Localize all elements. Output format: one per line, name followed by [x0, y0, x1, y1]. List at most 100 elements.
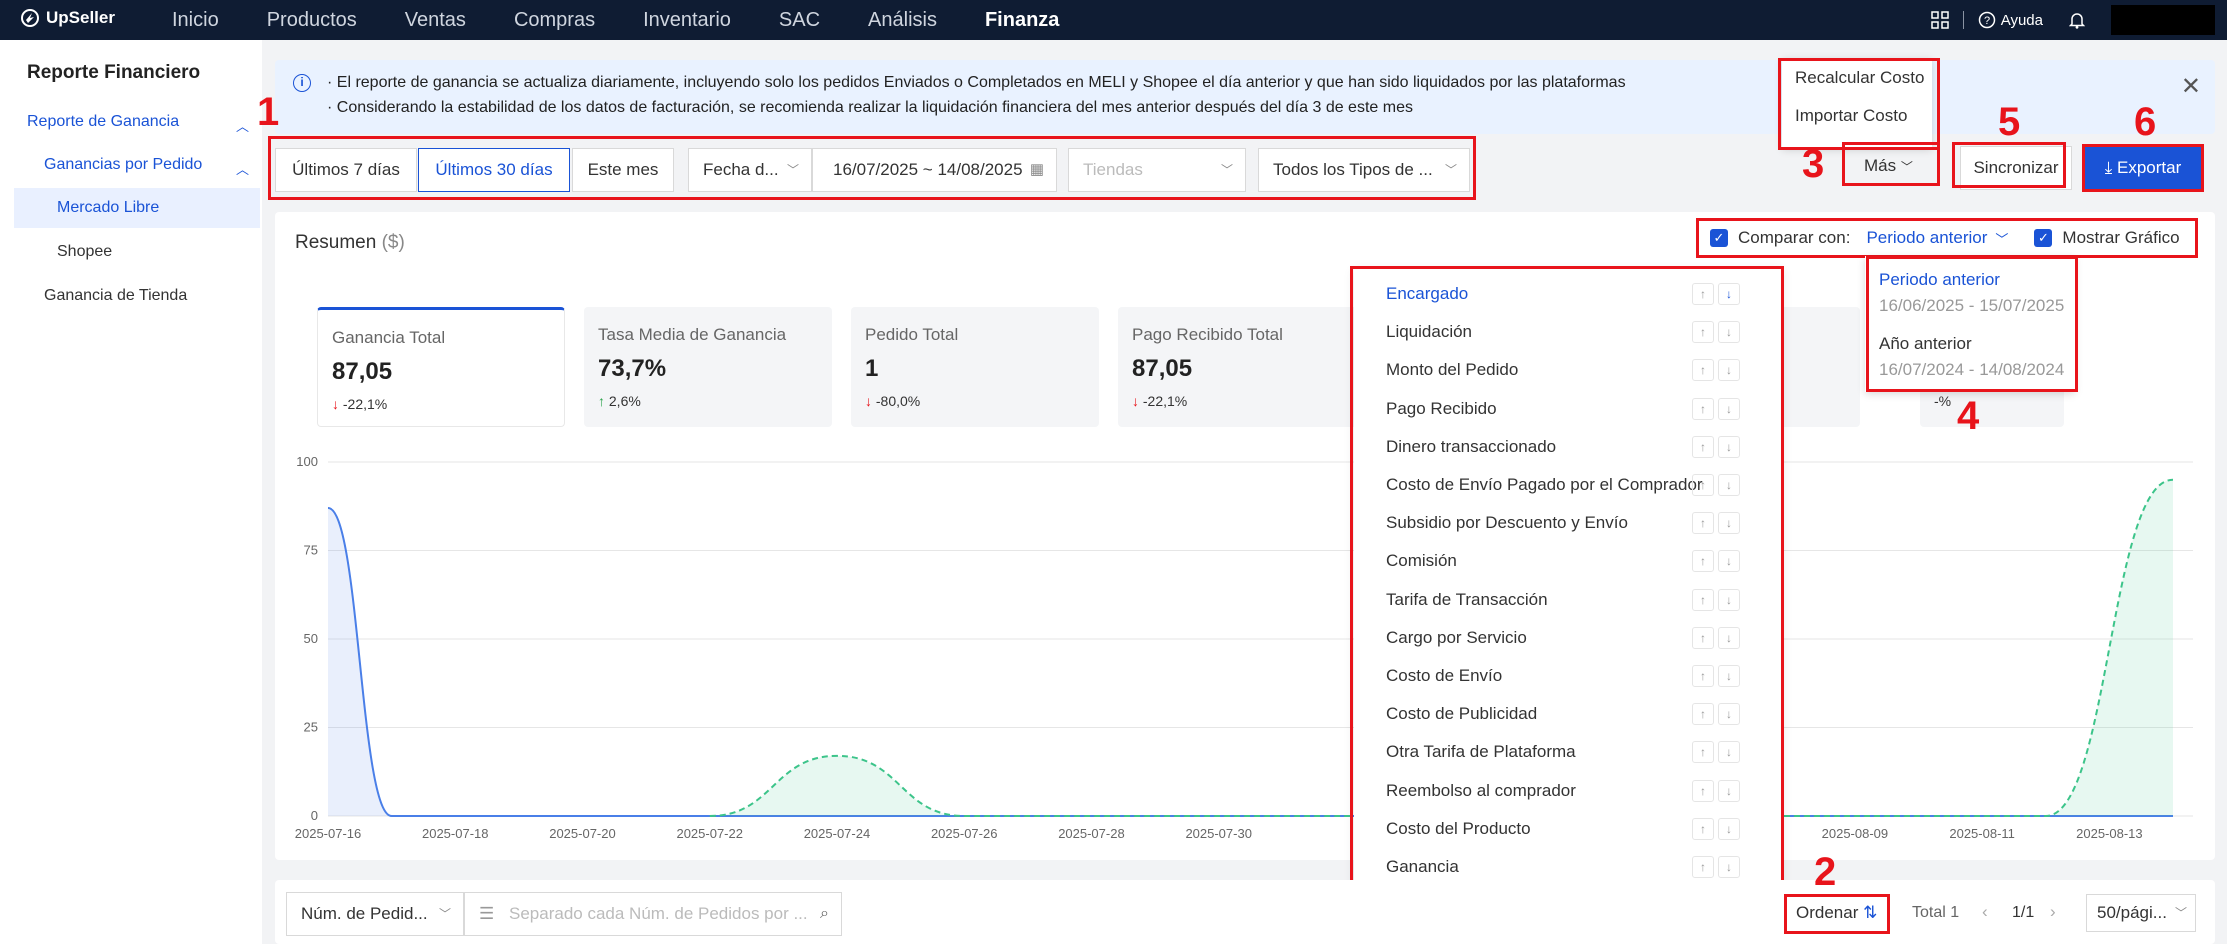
- sort-field-item[interactable]: Otra Tarifa de Plataforma ↑ ↓: [1370, 734, 1770, 772]
- nav-ventas[interactable]: Ventas: [405, 9, 466, 32]
- sort-descending-icon[interactable]: ↓: [1718, 512, 1740, 535]
- date-range-picker[interactable]: 16/07/2025 ~ 14/08/2025 ▦: [812, 148, 1057, 192]
- period-option-last-year[interactable]: Año anterior: [1879, 334, 1972, 354]
- order-field-select[interactable]: Núm. de Pedid... ﹀: [286, 892, 464, 936]
- more-button[interactable]: Más ﹀: [1864, 156, 1913, 176]
- sort-ascending-icon[interactable]: ↑: [1692, 703, 1714, 726]
- date-type-select[interactable]: Fecha d... ﹀: [688, 148, 812, 192]
- nav-inicio[interactable]: Inicio: [172, 9, 219, 32]
- search-icon[interactable]: ⌕: [820, 893, 829, 935]
- sort-descending-icon[interactable]: ↓: [1718, 741, 1740, 764]
- nav-analisis[interactable]: Análisis: [868, 9, 937, 32]
- compare-select[interactable]: Periodo anterior: [1866, 228, 1987, 248]
- sort-field-item[interactable]: Costo de Envío Pagado por el Comprador ↑ ↓: [1370, 467, 1770, 505]
- sort-ascending-icon[interactable]: ↑: [1692, 665, 1714, 687]
- sort-field-item[interactable]: Comisión ↑ ↓: [1370, 543, 1770, 581]
- prev-page-icon[interactable]: ‹: [1982, 902, 1988, 922]
- order-search-input[interactable]: ☰ Separado cada Núm. de Pedidos por ... ⌕: [464, 892, 842, 936]
- range-30-days[interactable]: Últimos 30 días: [418, 148, 570, 192]
- apps-grid-icon[interactable]: [1930, 11, 1949, 29]
- menu-item-importar-costo[interactable]: Importar Costo: [1795, 106, 1907, 126]
- nav-sac[interactable]: SAC: [779, 9, 820, 32]
- sort-ascending-icon[interactable]: ↑: [1692, 512, 1714, 535]
- sync-button[interactable]: Sincronizar: [1960, 146, 2072, 190]
- sort-field-item[interactable]: Liquidación ↑ ↓: [1370, 314, 1770, 352]
- sort-descending-icon[interactable]: ↓: [1718, 856, 1740, 878]
- sort-ascending-icon[interactable]: ↑: [1692, 283, 1714, 305]
- chevron-up-icon[interactable]: ︿: [236, 116, 249, 135]
- sort-descending-icon[interactable]: ↓: [1718, 703, 1740, 726]
- sort-descending-icon[interactable]: ↓: [1718, 626, 1740, 649]
- stat-card-pago-recibido[interactable]: Pago Recibido Total 87,05 ↓ -22,1%: [1118, 307, 1366, 427]
- sort-ascending-icon[interactable]: ↑: [1692, 588, 1714, 611]
- menu-item-recalcular-costo[interactable]: Recalcular Costo: [1795, 68, 1924, 88]
- sort-descending-icon[interactable]: ↓: [1718, 321, 1740, 344]
- sort-field-item[interactable]: Costo de Publicidad ↑ ↓: [1370, 696, 1770, 734]
- sidebar-item-mercado-libre[interactable]: Mercado Libre: [57, 199, 159, 217]
- sidebar-item-reporte-ganancia[interactable]: Reporte de Ganancia: [27, 113, 179, 131]
- sort-descending-icon[interactable]: ↓: [1718, 397, 1740, 420]
- sort-descending-icon[interactable]: ↓: [1718, 283, 1740, 305]
- sort-ascending-icon[interactable]: ↑: [1692, 474, 1714, 496]
- sort-ascending-icon[interactable]: ↑: [1692, 817, 1714, 840]
- sort-field-item[interactable]: Cargo por Servicio ↑ ↓: [1370, 620, 1770, 658]
- help-icon[interactable]: ?: [1978, 11, 1996, 29]
- close-icon[interactable]: ✕: [2181, 72, 2201, 101]
- chevron-down-icon[interactable]: ﹀: [1995, 229, 2008, 248]
- stat-card-pedido-total[interactable]: Pedido Total 1 ↓ -80,0%: [851, 307, 1099, 427]
- help-link[interactable]: Ayuda: [2001, 12, 2043, 29]
- sort-descending-icon[interactable]: ↓: [1718, 435, 1740, 458]
- stat-card-ganancia-total[interactable]: Ganancia Total 87,05 ↓ -22,1%: [317, 307, 565, 427]
- sort-ascending-icon[interactable]: ↑: [1692, 550, 1714, 573]
- sort-field-item[interactable]: Monto del Pedido ↑ ↓: [1370, 352, 1770, 390]
- sort-ascending-icon[interactable]: ↑: [1692, 626, 1714, 649]
- page-size-select[interactable]: 50/pági... ﹀: [2086, 894, 2196, 932]
- compare-checkbox[interactable]: ✓: [1710, 229, 1728, 247]
- sort-field-item[interactable]: Costo del Producto ↑ ↓: [1370, 811, 1770, 849]
- sort-descending-icon[interactable]: ↓: [1718, 817, 1740, 840]
- sort-ascending-icon[interactable]: ↑: [1692, 321, 1714, 344]
- range-7-days[interactable]: Últimos 7 días: [275, 148, 417, 192]
- types-select[interactable]: Todos los Tipos de ... ﹀: [1258, 148, 1470, 192]
- next-page-icon[interactable]: ›: [2050, 902, 2056, 922]
- nav-finanza[interactable]: Finanza: [985, 9, 1059, 32]
- sort-descending-icon[interactable]: ↓: [1718, 550, 1740, 573]
- sidebar-item-ganancias-pedido[interactable]: Ganancias por Pedido: [44, 156, 202, 174]
- sort-field-item[interactable]: Encargado ↑ ↓: [1370, 276, 1770, 314]
- period-option-previous-range: 16/06/2025 - 15/07/2025: [1879, 296, 2065, 315]
- sort-descending-icon[interactable]: ↓: [1718, 665, 1740, 687]
- sort-ascending-icon[interactable]: ↑: [1692, 359, 1714, 382]
- show-chart-checkbox[interactable]: ✓: [2034, 229, 2053, 247]
- nav-compras[interactable]: Compras: [514, 9, 595, 32]
- sort-ascending-icon[interactable]: ↑: [1692, 741, 1714, 764]
- sort-field-item[interactable]: Dinero transaccionado ↑ ↓: [1370, 429, 1770, 467]
- export-button[interactable]: ⤓ Exportar: [2084, 146, 2202, 190]
- user-account-redacted[interactable]: [2111, 5, 2215, 35]
- sort-field-item[interactable]: Reembolso al comprador ↑ ↓: [1370, 773, 1770, 811]
- sort-ascending-icon[interactable]: ↑: [1692, 397, 1714, 420]
- sort-descending-icon[interactable]: ↓: [1718, 779, 1740, 802]
- stores-select[interactable]: Tiendas ﹀: [1068, 148, 1246, 192]
- sidebar-item-ganancia-tienda[interactable]: Ganancia de Tienda: [44, 287, 187, 305]
- bell-icon[interactable]: [2069, 11, 2085, 29]
- sort-field-item[interactable]: Subsidio por Descuento y Envío ↑ ↓: [1370, 505, 1770, 543]
- nav-inventario[interactable]: Inventario: [643, 9, 731, 32]
- sort-field-item[interactable]: Costo de Envío ↑ ↓: [1370, 658, 1770, 696]
- sort-descending-icon[interactable]: ↓: [1718, 359, 1740, 382]
- nav-productos[interactable]: Productos: [267, 9, 357, 32]
- sort-descending-icon[interactable]: ↓: [1718, 474, 1740, 496]
- sort-ascending-icon[interactable]: ↑: [1692, 435, 1714, 458]
- sort-descending-icon[interactable]: ↓: [1718, 588, 1740, 611]
- sort-field-item[interactable]: Tarifa de Transacción ↑ ↓: [1370, 582, 1770, 620]
- range-this-month[interactable]: Este mes: [572, 148, 674, 192]
- stat-card-tasa-media[interactable]: Tasa Media de Ganancia 73,7% ↑ 2,6%: [584, 307, 832, 427]
- sort-field-item[interactable]: Pago Recibido ↑ ↓: [1370, 391, 1770, 429]
- sort-ascending-icon[interactable]: ↑: [1692, 856, 1714, 878]
- sort-button[interactable]: Ordenar ⇅: [1796, 903, 1877, 923]
- stat-label: Ganancia Total: [332, 328, 446, 347]
- sort-ascending-icon[interactable]: ↑: [1692, 779, 1714, 802]
- sidebar-item-shopee[interactable]: Shopee: [57, 243, 112, 261]
- chevron-up-icon[interactable]: ︿: [236, 159, 249, 178]
- brand-logo[interactable]: UpSeller: [20, 8, 115, 28]
- period-option-previous[interactable]: Periodo anterior: [1879, 270, 2000, 290]
